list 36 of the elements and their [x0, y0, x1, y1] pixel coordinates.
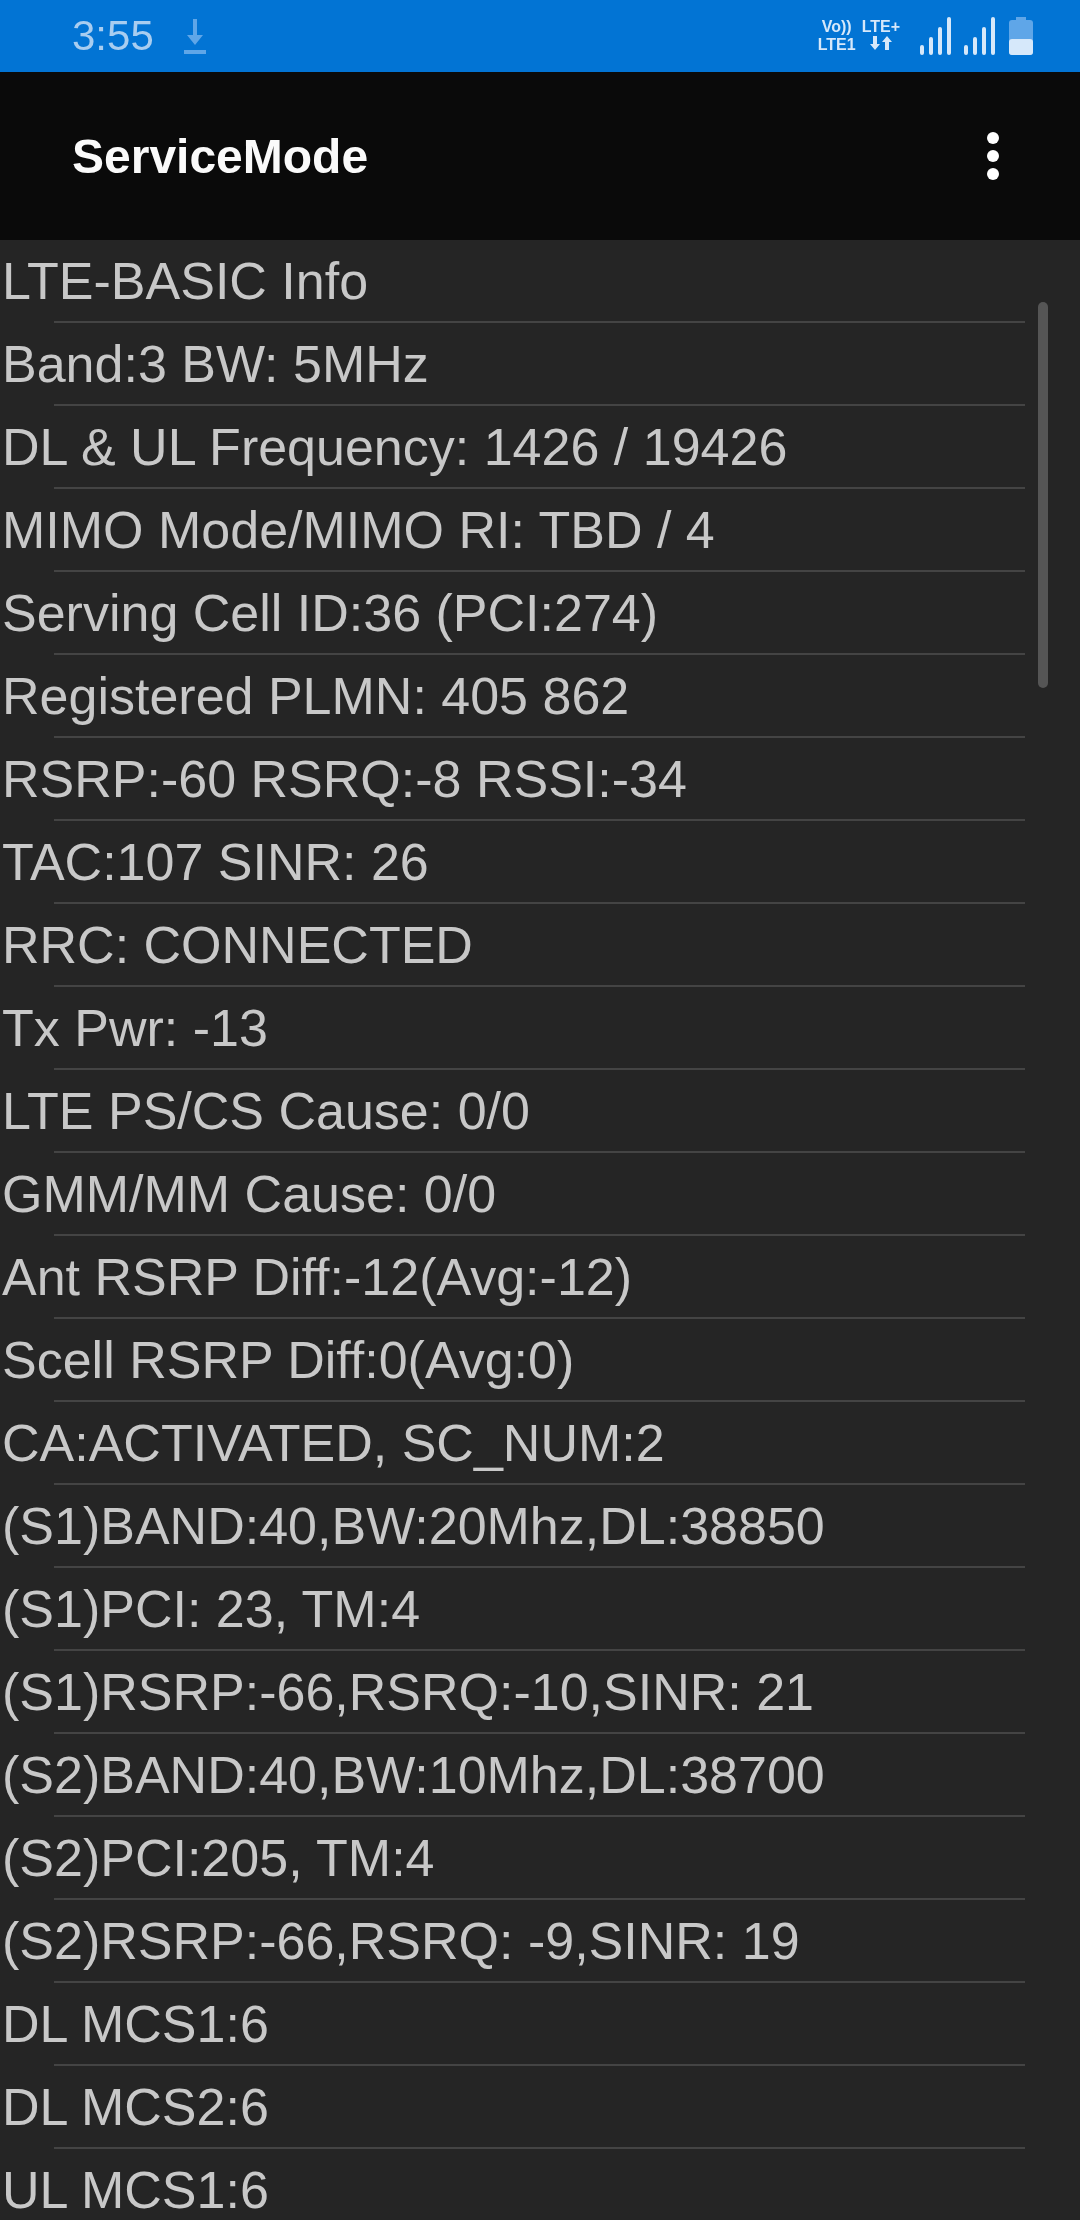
info-line: UL MCS1:6	[1, 2159, 269, 2220]
info-line: DL & UL Frequency: 1426 / 19426	[1, 416, 788, 477]
more-options-icon[interactable]	[986, 131, 1000, 181]
info-line: GMM/MM Cause: 0/0	[1, 1163, 497, 1224]
info-line: (S1)PCI: 23, TM:4	[1, 1578, 421, 1639]
info-line: Scell RSRP Diff:0(Avg:0)	[1, 1329, 575, 1390]
clock: 3:55	[72, 12, 154, 60]
info-line: CA:ACTIVATED, SC_NUM:2	[1, 1412, 665, 1473]
info-line: (S1)BAND:40,BW:20Mhz,DL:38850	[1, 1495, 825, 1556]
info-line: DL MCS2:6	[1, 2076, 269, 2137]
info-line: DL MCS1:6	[1, 1993, 269, 2054]
info-line: (S1)RSRP:-66,RSRQ:-10,SINR: 21	[1, 1661, 815, 1722]
info-line: Registered PLMN: 405 862	[1, 665, 630, 726]
info-line: Band:3 BW: 5MHz	[1, 333, 429, 394]
info-line: RRC: CONNECTED	[1, 914, 473, 975]
info-line: LTE PS/CS Cause: 0/0	[1, 1080, 530, 1141]
info-line: (S2)BAND:40,BW:10Mhz,DL:38700	[1, 1744, 825, 1805]
info-line: TAC:107 SINR: 26	[1, 831, 429, 892]
sim-label: LTE1	[817, 36, 856, 54]
info-line: LTE-BASIC Info	[1, 250, 369, 311]
data-arrows-icon	[868, 36, 893, 50]
info-line: (S2)PCI:205, TM:4	[1, 1827, 435, 1888]
download-icon	[181, 17, 208, 55]
network-type-label: LTE+	[861, 18, 900, 36]
volte-label: Vo))	[821, 18, 852, 36]
app-title: ServiceMode	[72, 128, 370, 184]
scrollbar[interactable]	[1038, 302, 1048, 688]
info-line: MIMO Mode/MIMO RI: TBD / 4	[1, 499, 715, 560]
info-line: (S2)RSRP:-66,RSRQ: -9,SINR: 19	[1, 1910, 800, 1971]
info-line: Ant RSRP Diff:-12(Avg:-12)	[1, 1246, 633, 1307]
info-line: Tx Pwr: -13	[1, 997, 268, 1058]
signal-icon	[964, 17, 998, 55]
signal-icon	[920, 17, 954, 55]
info-line: Serving Cell ID:36 (PCI:274)	[1, 582, 659, 643]
battery-icon	[1008, 17, 1034, 55]
info-line: RSRP:-60 RSRQ:-8 RSSI:-34	[1, 748, 687, 809]
